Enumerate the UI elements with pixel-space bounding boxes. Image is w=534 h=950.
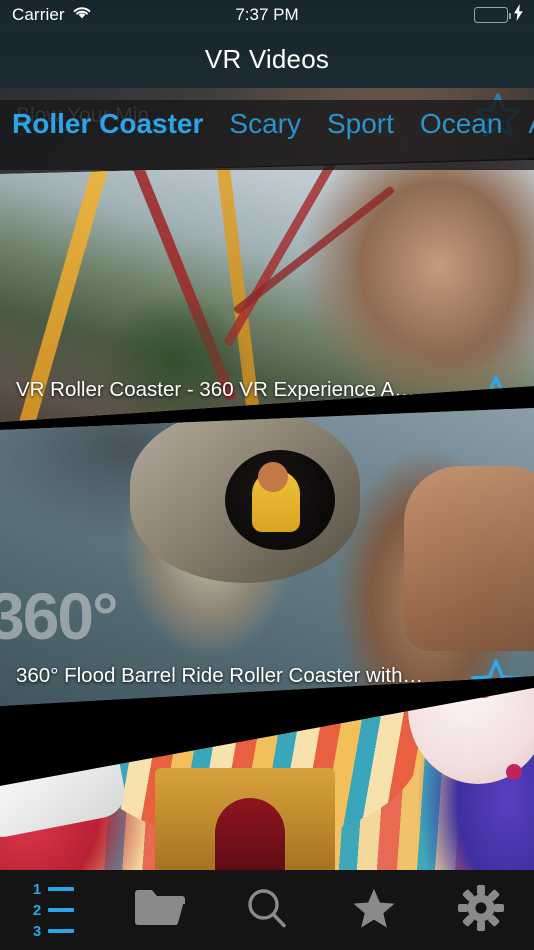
battery-icon [474,7,511,23]
app-root: Carrier 7:37 PM VR Videos VR Roller Coas… [0,0,534,950]
status-bar-right [474,4,524,26]
category-tab-bar[interactable]: Roller Coaster Scary Sport Ocean A [0,100,534,170]
tab-roller-coaster[interactable]: Roller Coaster [12,100,203,140]
video-title: 360° Flood Barrel Ride Roller Coaster wi… [16,664,423,687]
tab-scary[interactable]: Scary [229,100,301,140]
video-list[interactable]: Blow Your Min… VR Roller Coaster - 360 V… [0,88,534,870]
favorites-button[interactable] [320,870,427,950]
star-filled-icon [352,887,396,934]
folder-icon [134,888,186,933]
status-bar: Carrier 7:37 PM [0,0,534,30]
page-title: VR Videos [204,43,330,74]
video-card[interactable] [0,688,534,870]
search-button[interactable] [214,870,321,950]
playlist-button[interactable]: 1 2 3 [0,870,107,950]
nav-bar: VR Videos [0,30,534,88]
search-icon [245,886,289,935]
gear-icon [457,884,504,936]
tab-ocean[interactable]: Ocean [420,100,503,140]
tab-sport[interactable]: Sport [327,100,394,140]
video-card[interactable]: VR Roller Coaster - 360 VR Experience A… [0,160,534,422]
video-title: VR Roller Coaster - 360 VR Experience A… [16,378,415,401]
tab-adventure[interactable]: A [528,100,534,140]
folder-button[interactable] [107,870,214,950]
settings-button[interactable] [427,870,534,950]
lightning-bolt-icon [513,4,524,26]
video-thumbnail [0,688,534,870]
bottom-toolbar[interactable]: 1 2 3 [0,870,534,950]
video-card[interactable]: 360° 360° Flood Barrel Ride Roller Coast… [0,408,534,706]
numbered-list-icon: 1 2 3 [33,882,74,939]
status-bar-time: 7:37 PM [235,5,299,24]
